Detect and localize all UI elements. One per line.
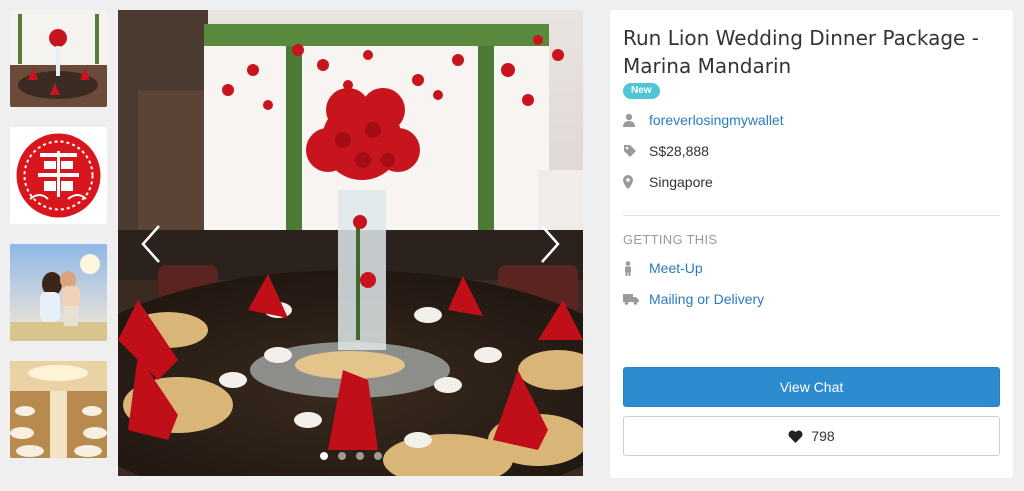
- thumbnail-couple[interactable]: [10, 244, 107, 341]
- double-happiness-image: [10, 127, 107, 224]
- carousel-dot[interactable]: [355, 452, 364, 460]
- price-tag-icon: [623, 144, 649, 158]
- chevron-left-icon: [141, 225, 160, 263]
- meetup-link[interactable]: Meet-Up: [649, 260, 703, 276]
- seller-row: foreverlosingmywallet: [623, 105, 1000, 135]
- carousel-dot[interactable]: [319, 452, 328, 460]
- like-count: 798: [811, 428, 835, 444]
- chevron-right-icon: [541, 225, 560, 263]
- price-row: S$28,888: [623, 136, 1000, 166]
- next-photo-button[interactable]: [533, 222, 567, 266]
- seller-username-link[interactable]: foreverlosingmywallet: [649, 112, 784, 128]
- carousel-dot[interactable]: [337, 452, 346, 460]
- truck-icon: [623, 293, 649, 305]
- delivery-option: Mailing or Delivery: [623, 284, 1000, 314]
- ballroom-image: [10, 361, 107, 458]
- user-icon: [623, 113, 649, 127]
- location-row: Singapore: [623, 167, 1000, 197]
- thumbnail-double-happiness[interactable]: [10, 127, 107, 224]
- listing-price: S$28,888: [649, 143, 709, 159]
- thumbnail-ballroom[interactable]: [10, 361, 107, 458]
- view-chat-button[interactable]: View Chat: [623, 367, 1000, 407]
- main-photo-carousel[interactable]: [118, 10, 583, 476]
- couple-image: [10, 244, 107, 341]
- location-pin-icon: [623, 175, 649, 189]
- divider: [623, 215, 1000, 216]
- heart-icon: [788, 430, 803, 443]
- wedding-banquet-photo: [118, 10, 583, 476]
- listing-details-panel: Run Lion Wedding Dinner Package - Marina…: [610, 10, 1013, 478]
- listing-location: Singapore: [649, 174, 713, 190]
- listing-title: Run Lion Wedding Dinner Package - Marina…: [623, 26, 979, 78]
- banquet-table-image: [10, 10, 107, 107]
- carousel-dot[interactable]: [373, 452, 382, 460]
- getting-this-heading: GETTING THIS: [623, 232, 718, 247]
- new-badge: New: [623, 83, 660, 99]
- carousel-dots: [118, 452, 583, 460]
- mailing-delivery-link[interactable]: Mailing or Delivery: [649, 291, 764, 307]
- like-button[interactable]: 798: [623, 416, 1000, 456]
- previous-photo-button[interactable]: [134, 222, 168, 266]
- thumbnail-banquet-table[interactable]: [10, 10, 107, 107]
- thumbnail-strip: [10, 10, 107, 478]
- meetup-option: Meet-Up: [623, 253, 1000, 283]
- person-icon: [623, 260, 649, 276]
